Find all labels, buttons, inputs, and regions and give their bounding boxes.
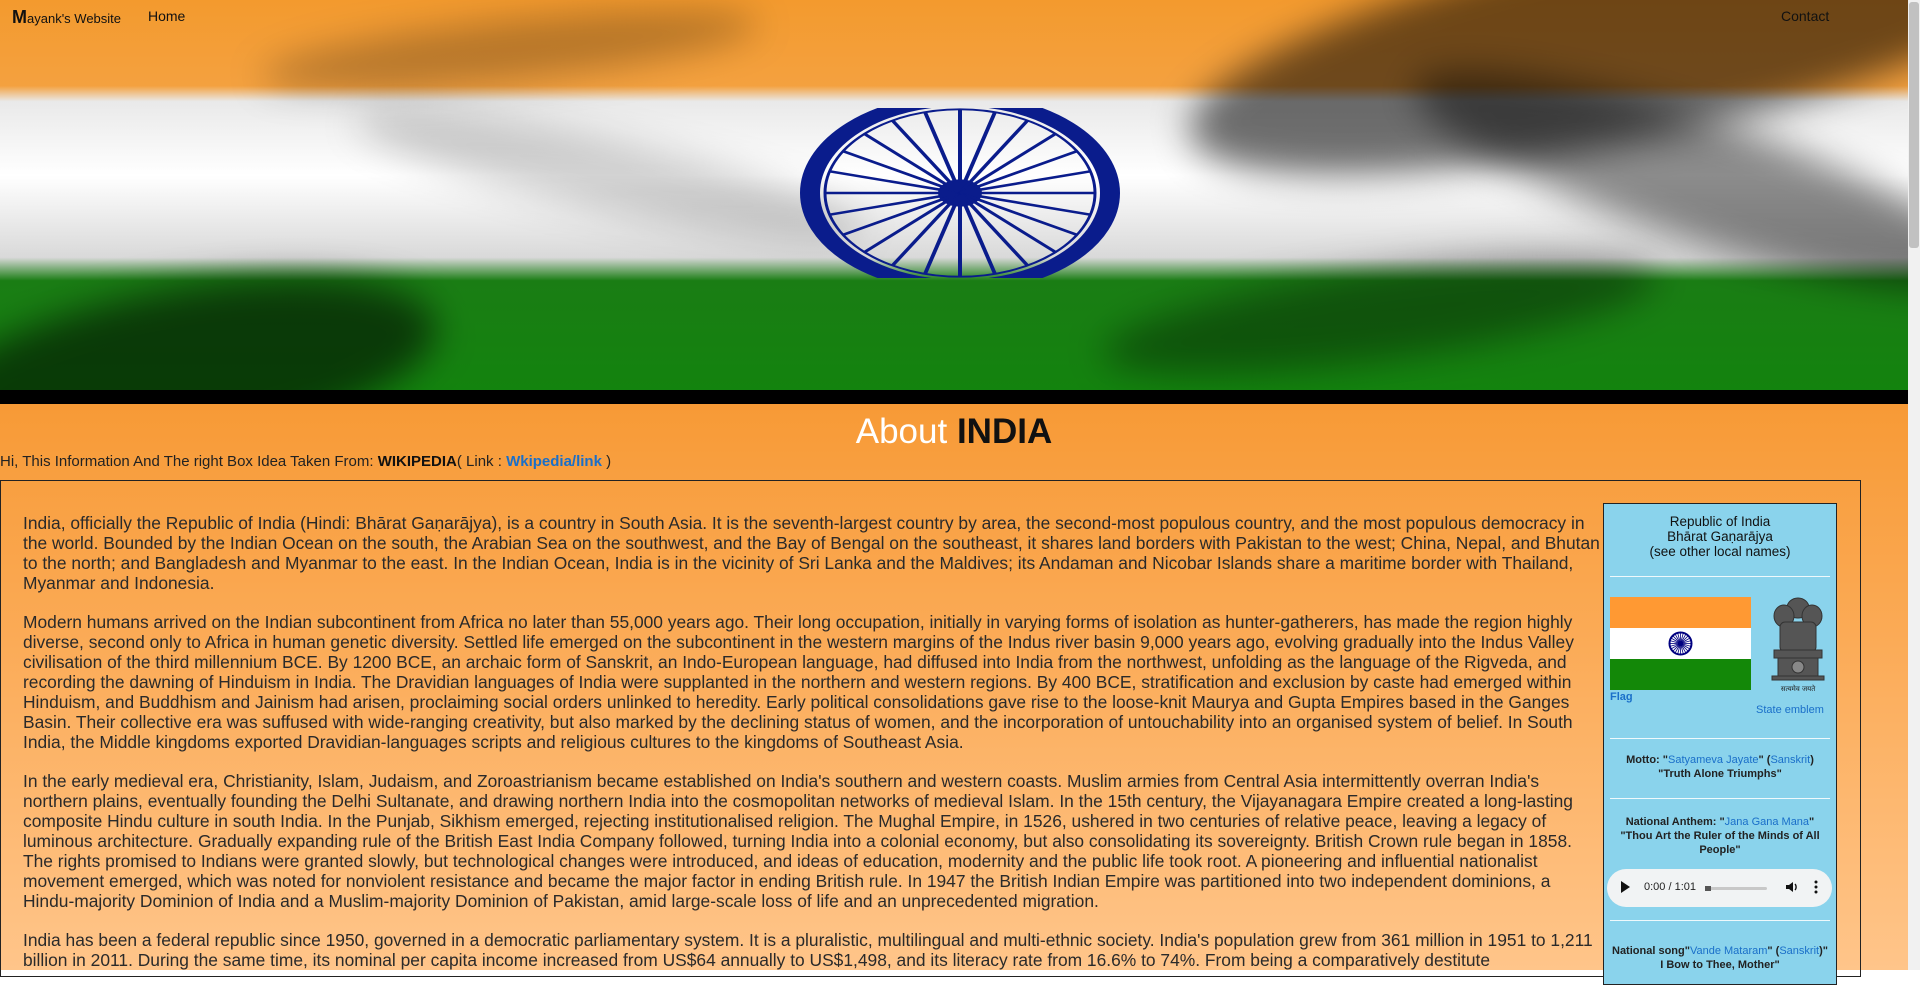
article-paragraph: India, officially the Republic of India … — [23, 513, 1600, 593]
anthem-row: National Anthem: "Jana Gana Mana" "Thou … — [1620, 816, 1820, 856]
article-paragraph: India has been a federal republic since … — [23, 930, 1593, 970]
state-emblem-icon[interactable]: सत्यमेव जयते — [1762, 594, 1834, 694]
site-brand[interactable]: Mayank's Website — [12, 7, 121, 28]
flag-caption[interactable]: Flag — [1610, 691, 1633, 703]
article-paragraph: In the early medieval era, Christianity,… — [23, 771, 1573, 911]
infobox-title: Republic of India Bhārat Gaṇarājya (see … — [1649, 514, 1791, 559]
article-box: India, officially the Republic of India … — [0, 480, 1861, 977]
ashoka-chakra-icon — [800, 108, 1120, 278]
audio-seek-bar[interactable] — [1705, 887, 1767, 890]
country-infobox: Republic of India Bhārat Gaṇarājya (see … — [1603, 503, 1837, 985]
anthem-link[interactable]: Jana Gana Mana — [1725, 816, 1809, 828]
play-icon[interactable] — [1621, 881, 1630, 893]
audio-seek-knob[interactable] — [1705, 886, 1711, 891]
nav-link-contact[interactable]: Contact — [1781, 8, 1829, 24]
infobox-divider — [1610, 798, 1830, 799]
scrollbar-thumb[interactable] — [1909, 2, 1919, 248]
svg-text:सत्यमेव जयते: सत्यमेव जयते — [1781, 684, 1816, 693]
emblem-caption[interactable]: State emblem — [1756, 704, 1824, 716]
source-credit: Hi, This Information And The right Box I… — [0, 453, 612, 470]
infobox-divider — [1610, 920, 1830, 921]
motto-link[interactable]: Satyameva Jayate — [1668, 754, 1759, 766]
volume-icon[interactable] — [1785, 880, 1799, 894]
article-text: India, officially the Republic of India … — [23, 513, 1601, 989]
divider-band — [0, 390, 1908, 404]
flag-fold-shadow — [1096, 231, 1664, 390]
anthem-audio-player[interactable]: 0:00 / 1:01 — [1607, 869, 1832, 907]
audio-time: 0:00 / 1:01 — [1644, 881, 1696, 893]
motto-row: Motto: "Satyameva Jayate" (Sanskrit) "Tr… — [1626, 754, 1814, 780]
india-flag-icon[interactable] — [1610, 597, 1751, 690]
sanskrit-link[interactable]: Sanskrit — [1779, 945, 1819, 957]
wikipedia-link[interactable]: Wkipedia/link — [506, 453, 602, 470]
nav-link-home[interactable]: Home — [148, 8, 185, 24]
article-paragraph: Modern humans arrived on the Indian subc… — [23, 612, 1574, 752]
hero-flag-banner — [0, 0, 1908, 390]
sanskrit-link[interactable]: Sanskrit — [1770, 754, 1810, 766]
page-title: About INDIA — [855, 412, 1053, 451]
national-song-row: National song"Vande Mataram" (Sanskrit)"… — [1612, 945, 1828, 971]
infobox-divider — [1610, 738, 1830, 739]
top-navbar: Mayank's Website Home Contact — [0, 0, 1908, 34]
song-link[interactable]: Vande Mataram — [1690, 945, 1767, 957]
flag-fold-shadow — [0, 246, 450, 390]
more-options-icon[interactable] — [1814, 880, 1818, 894]
flag-fold-shadow — [348, 86, 872, 264]
infobox-divider — [1610, 576, 1830, 577]
